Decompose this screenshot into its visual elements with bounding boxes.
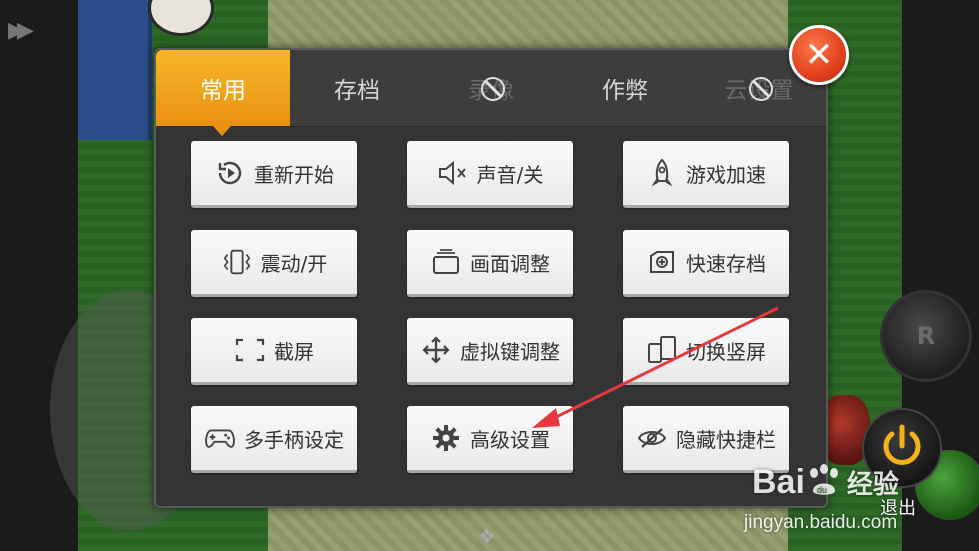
move-icon: [420, 334, 452, 366]
screen-adjust-icon: [430, 246, 462, 278]
close-button[interactable]: ✕: [789, 25, 849, 85]
screenshot-icon: [234, 334, 266, 366]
advanced-settings-button[interactable]: 高级设置: [407, 406, 573, 473]
vibrate-icon: [221, 246, 253, 278]
restart-button[interactable]: 重新开始: [191, 141, 357, 208]
button-label: 重新开始: [254, 162, 334, 187]
watermark-url: jingyan.baidu.com: [744, 512, 898, 533]
watermark-jingyan: 经验: [846, 470, 899, 500]
fast-forward-icon[interactable]: ▶▶: [8, 18, 34, 43]
baidu-watermark: Bai du 经验: [752, 463, 899, 502]
menu-panel: 常用 存档 录像 作弊 云设置 重新开始 声音/关 游戏加速 震动/开 画面调整…: [154, 48, 828, 508]
rotate-screen-icon: [646, 334, 678, 366]
button-label: 高级设置: [470, 427, 550, 452]
virtual-keys-adjust-button[interactable]: 虚拟键调整: [407, 318, 573, 385]
button-label: 震动/开: [260, 251, 328, 276]
tab-record[interactable]: 录像: [424, 50, 558, 126]
game-water: [78, 0, 152, 140]
screenshot-button[interactable]: 截屏: [191, 318, 357, 385]
tab-bar: 常用 存档 录像 作弊 云设置: [156, 50, 826, 136]
tab-label: 常用: [200, 78, 246, 104]
gamepad-icon: [204, 422, 236, 454]
hide-eye-icon: [636, 422, 668, 454]
button-label: 切换竖屏: [686, 339, 766, 364]
button-label: 截屏: [274, 339, 314, 364]
button-label: 声音/关: [476, 162, 544, 187]
tab-label: 存档: [334, 78, 380, 104]
tab-save[interactable]: 存档: [290, 50, 424, 126]
ban-icon: [481, 77, 505, 101]
multi-gamepad-button[interactable]: 多手柄设定: [191, 406, 357, 473]
restart-icon: [214, 157, 246, 189]
sound-off-icon: [437, 157, 469, 189]
svg-text:du: du: [817, 485, 827, 495]
button-label: 隐藏快捷栏: [676, 427, 776, 452]
button-label: 画面调整: [470, 251, 550, 276]
quick-save-button[interactable]: 快速存档: [623, 230, 789, 297]
vibration-toggle-button[interactable]: 震动/开: [191, 230, 357, 297]
gear-icon: [430, 422, 462, 454]
game-speed-button[interactable]: 游戏加速: [623, 141, 789, 208]
button-label: 虚拟键调整: [460, 339, 560, 364]
portrait-toggle-button[interactable]: 切换竖屏: [623, 318, 789, 385]
rocket-icon: [646, 157, 678, 189]
button-label: 快速存档: [686, 251, 766, 276]
tab-label: 作弊: [602, 78, 648, 104]
baidu-paw-icon: du: [809, 464, 838, 495]
tab-common[interactable]: 常用: [156, 50, 290, 136]
close-icon: ✕: [804, 35, 834, 75]
watermark-brand: Bai: [752, 463, 805, 501]
r-button[interactable]: R: [880, 290, 972, 382]
sound-toggle-button[interactable]: 声音/关: [407, 141, 573, 208]
ban-icon: [749, 77, 773, 101]
grid-icon[interactable]: ❖: [478, 524, 502, 548]
screen-adjust-button[interactable]: 画面调整: [407, 230, 573, 297]
tab-cheat[interactable]: 作弊: [558, 50, 692, 126]
button-label: 多手柄设定: [244, 427, 344, 452]
button-label: 游戏加速: [686, 162, 766, 187]
quick-save-icon: [646, 246, 678, 278]
